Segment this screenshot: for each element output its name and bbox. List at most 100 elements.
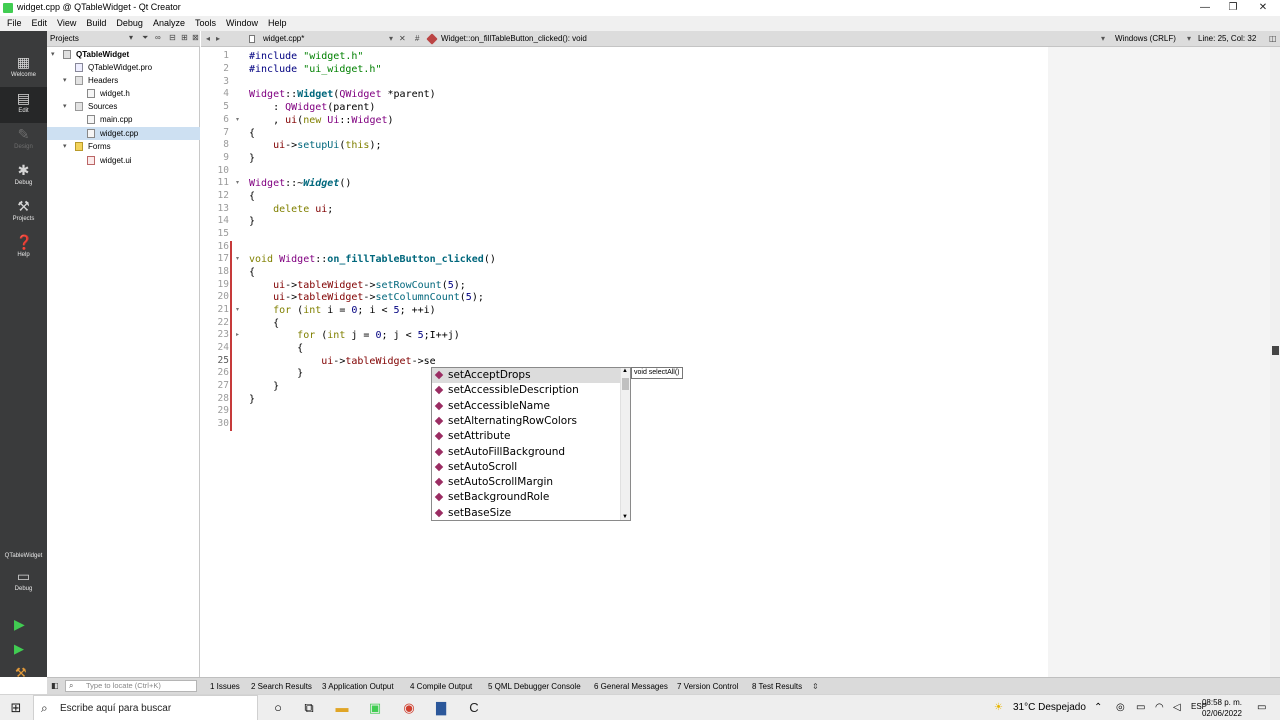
completion-item[interactable]: setAccessibleName bbox=[432, 399, 620, 414]
kit-selector[interactable]: ▭ Debug bbox=[0, 565, 47, 601]
menu-build[interactable]: Build bbox=[81, 16, 111, 31]
output-tab-application-output[interactable]: 3 Application Output bbox=[322, 682, 394, 691]
qt-creator-taskbar-icon[interactable]: C bbox=[466, 700, 482, 716]
expand-arrow-icon[interactable]: ▾ bbox=[63, 74, 71, 87]
split-icon[interactable]: ⊟ bbox=[169, 33, 176, 42]
dropdown-icon[interactable]: ▾ bbox=[1187, 34, 1191, 43]
output-tab-compile-output[interactable]: 4 Compile Output bbox=[410, 682, 472, 691]
network-icon[interactable]: ◎ bbox=[1116, 702, 1125, 713]
scrollbar-thumb[interactable] bbox=[1272, 346, 1279, 355]
completion-item[interactable]: setAttribute bbox=[432, 429, 620, 444]
more-tabs-icon[interactable]: ⇕ bbox=[812, 682, 819, 691]
menu-window[interactable]: Window bbox=[221, 16, 263, 31]
close-panel-icon[interactable]: ⊠ bbox=[192, 33, 199, 42]
windows-start-icon[interactable]: ⊞ bbox=[8, 700, 24, 716]
build-hammer-icon[interactable]: ⚒ bbox=[15, 665, 27, 681]
notifications-icon[interactable]: ▭ bbox=[1257, 702, 1266, 713]
tree-item-pro-file[interactable]: QTableWidget.pro bbox=[47, 61, 200, 74]
menu-edit[interactable]: Edit bbox=[27, 16, 53, 31]
symbol-dropdown[interactable]: Widget::on_fillTableButton_clicked(): vo… bbox=[441, 34, 587, 43]
locator-input[interactable]: Type to locate (Ctrl+K) bbox=[65, 680, 197, 692]
battery-icon[interactable]: ▭ bbox=[1136, 702, 1145, 713]
scroll-up-icon[interactable]: ▲ bbox=[622, 368, 628, 374]
fold-marker-icon[interactable]: ▾ bbox=[236, 179, 239, 186]
debug-run-icon[interactable]: ▶ bbox=[14, 641, 24, 657]
output-tab-test-results[interactable]: 8 Test Results bbox=[752, 682, 802, 691]
split-horizontal-icon[interactable]: ⊞ bbox=[181, 33, 188, 42]
completion-item[interactable]: setBackgroundRole bbox=[432, 490, 620, 505]
document-dropdown[interactable]: widget.cpp* bbox=[263, 34, 304, 43]
tree-item-widget-cpp[interactable]: widget.cpp bbox=[47, 127, 200, 140]
nav-back-icon[interactable]: ◂ bbox=[206, 34, 210, 43]
task-view-icon[interactable]: ⧉ bbox=[301, 700, 317, 716]
completion-item[interactable]: setAutoScroll bbox=[432, 460, 620, 475]
menu-analyze[interactable]: Analyze bbox=[148, 16, 190, 31]
expand-arrow-icon[interactable]: ▾ bbox=[63, 100, 71, 113]
fold-marker-icon[interactable]: ▾ bbox=[236, 255, 239, 262]
completion-item[interactable]: setAutoScrollMargin bbox=[432, 475, 620, 490]
filter-icon[interactable]: ⏷ bbox=[142, 33, 148, 43]
minimize-button[interactable]: — bbox=[1190, 0, 1220, 16]
projects-view-selector[interactable]: Projects bbox=[50, 34, 79, 43]
volume-icon[interactable]: ◁ bbox=[1173, 702, 1181, 713]
output-tab-qml-debugger-console[interactable]: 5 QML Debugger Console bbox=[488, 682, 581, 691]
mode-help[interactable]: ❓ Help bbox=[0, 231, 47, 267]
mode-welcome[interactable]: ▦ Welcome bbox=[0, 51, 47, 87]
fold-marker-icon[interactable]: ▾ bbox=[236, 306, 239, 313]
mode-debug[interactable]: ✱ Debug bbox=[0, 159, 47, 195]
editor-scrollbar[interactable] bbox=[1270, 47, 1280, 677]
qt-taskbar-icon[interactable]: ▣ bbox=[367, 700, 383, 716]
output-tab-search-results[interactable]: 2 Search Results bbox=[251, 682, 312, 691]
tree-item-project[interactable]: ▾ QTableWidget bbox=[47, 48, 200, 61]
completion-item[interactable]: setAcceptDrops bbox=[432, 368, 620, 384]
completion-item[interactable]: setAlternatingRowColors bbox=[432, 414, 620, 429]
toggle-sidebar-icon[interactable]: ◧ bbox=[51, 681, 59, 690]
link-icon[interactable]: ∞ bbox=[155, 33, 161, 42]
completion-item[interactable]: setBaseSize bbox=[432, 506, 620, 521]
mode-design[interactable]: ✎ Design bbox=[0, 123, 47, 159]
tree-item-headers[interactable]: ▾ Headers bbox=[47, 74, 200, 87]
menu-tools[interactable]: Tools bbox=[190, 16, 221, 31]
output-tab-general-messages[interactable]: 6 General Messages bbox=[594, 682, 668, 691]
split-editor-icon[interactable]: ◫ bbox=[1269, 34, 1277, 43]
line-ending-selector[interactable]: Windows (CRLF) bbox=[1115, 34, 1176, 43]
fold-marker-icon[interactable]: ▾ bbox=[236, 116, 239, 123]
mode-projects[interactable]: ⚒ Projects bbox=[0, 195, 47, 231]
tray-chevron-icon[interactable]: ⌃ bbox=[1094, 702, 1102, 713]
tree-item-widget-ui[interactable]: widget.ui bbox=[47, 154, 200, 167]
code-editor[interactable]: #include "widget.h" #include "ui_widget.… bbox=[245, 47, 1048, 677]
cortana-icon[interactable]: ○ bbox=[270, 700, 286, 716]
completion-item[interactable]: setAccessibleDescription bbox=[432, 383, 620, 398]
nav-forward-icon[interactable]: ▸ bbox=[216, 34, 220, 43]
hash-icon[interactable]: # bbox=[415, 34, 419, 43]
word-icon[interactable]: ▇ bbox=[433, 700, 449, 716]
expand-arrow-icon[interactable]: ▾ bbox=[51, 48, 59, 61]
dropdown-icon[interactable]: ▾ bbox=[1101, 34, 1105, 43]
scrollbar-thumb[interactable] bbox=[622, 378, 629, 390]
menu-debug[interactable]: Debug bbox=[111, 16, 148, 31]
completion-scrollbar[interactable]: ▲ ▼ bbox=[620, 368, 630, 520]
tree-item-sources[interactable]: ▾ Sources bbox=[47, 100, 200, 113]
fold-marker-icon[interactable]: ▸ bbox=[236, 331, 239, 338]
tree-item-main-cpp[interactable]: main.cpp bbox=[47, 113, 200, 126]
dropdown-icon[interactable]: ▾ bbox=[389, 34, 393, 43]
tree-item-widget-h[interactable]: widget.h bbox=[47, 87, 200, 100]
dropdown-icon[interactable]: ▾ bbox=[129, 33, 133, 42]
cursor-position[interactable]: Line: 25, Col: 32 bbox=[1198, 34, 1256, 43]
weather-text[interactable]: 31°C Despejado bbox=[1013, 702, 1086, 713]
menu-file[interactable]: File bbox=[2, 16, 27, 31]
taskbar-clock[interactable]: 08:58 p. m. 02/06/2022 bbox=[1202, 697, 1242, 719]
tree-item-forms[interactable]: ▾ Forms bbox=[47, 140, 200, 153]
completion-item[interactable]: setAutoFillBackground bbox=[432, 445, 620, 460]
completion-popup[interactable]: setAcceptDrops setAccessibleDescription … bbox=[431, 367, 631, 521]
taskbar-search-box[interactable]: ⌕ Escribe aquí para buscar bbox=[33, 695, 258, 720]
scroll-down-icon[interactable]: ▼ bbox=[622, 514, 628, 520]
expand-arrow-icon[interactable]: ▾ bbox=[63, 140, 71, 153]
output-tab-issues[interactable]: 1 Issues bbox=[210, 682, 240, 691]
menu-help[interactable]: Help bbox=[263, 16, 292, 31]
run-icon[interactable]: ▶ bbox=[14, 616, 25, 633]
close-document-icon[interactable]: ✕ bbox=[399, 34, 406, 43]
mode-edit[interactable]: ▤ Edit bbox=[0, 87, 47, 123]
wifi-icon[interactable]: ◠ bbox=[1155, 702, 1164, 713]
output-tab-version-control[interactable]: 7 Version Control bbox=[677, 682, 738, 691]
